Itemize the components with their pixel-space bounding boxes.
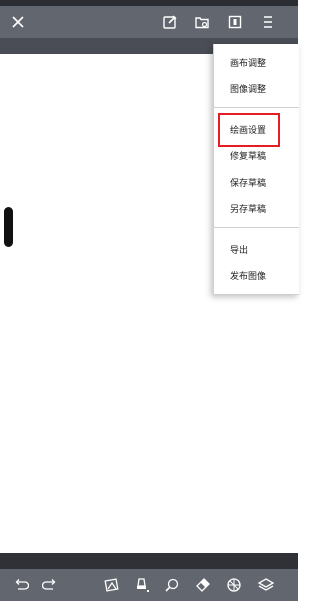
redo-icon[interactable] [37, 569, 63, 601]
menu-divider [214, 227, 299, 228]
open-folder-icon[interactable] [188, 6, 216, 38]
bottom-underbar [0, 553, 298, 569]
layers-icon[interactable] [221, 6, 249, 38]
highlight-box [218, 113, 280, 147]
menu-item-canvas-adjust[interactable]: 画布调整 [214, 49, 299, 75]
menu-item-publish-image[interactable]: 发布图像 [214, 262, 299, 288]
menu-item-save-draft[interactable]: 保存草稿 [214, 169, 299, 195]
side-panel-handle[interactable] [4, 207, 13, 247]
bottom-toolbar [0, 569, 298, 601]
top-toolbar [0, 6, 298, 38]
menu-divider [214, 107, 299, 108]
layer-stack-icon[interactable] [253, 569, 279, 601]
eraser-icon[interactable] [190, 569, 216, 601]
undo-icon[interactable] [8, 569, 34, 601]
menu-item-save-draft-as[interactable]: 另存草稿 [214, 195, 299, 221]
more-menu-icon[interactable] [254, 6, 282, 38]
color-picker-icon[interactable] [159, 569, 185, 601]
bottom-frame [0, 601, 298, 607]
close-icon[interactable] [4, 6, 32, 38]
transform-icon[interactable] [99, 569, 125, 601]
edit-canvas-icon[interactable] [156, 6, 184, 38]
menu-item-export[interactable]: 导出 [214, 236, 299, 262]
brush-icon[interactable] [129, 569, 155, 601]
palette-icon[interactable] [221, 569, 247, 601]
overflow-menu: 画布调整 图像调整 绘画设置 修复草稿 保存草稿 另存草稿 导出 发布图像 [213, 44, 299, 295]
menu-item-image-adjust[interactable]: 图像调整 [214, 75, 299, 101]
